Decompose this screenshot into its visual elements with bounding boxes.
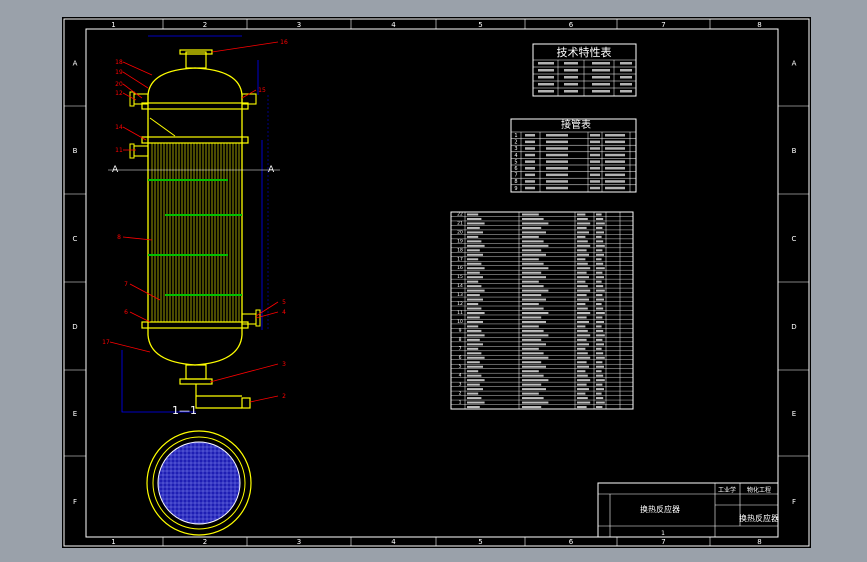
nozzle-row-number: 7 — [514, 173, 517, 179]
zone-col-top: 8 — [757, 21, 761, 29]
zone-col-top: 3 — [297, 21, 301, 29]
zone-row-left: F — [73, 498, 77, 506]
nozzle-row-number: 2 — [514, 140, 517, 146]
zone-row-right: A — [792, 60, 797, 68]
drawing-viewport: 1122334455667788AABBCCDDEEFF 18 19 20 12 14 1… — [0, 0, 867, 562]
zone-col-top: 2 — [203, 21, 207, 29]
title-block-school: 工业学 — [718, 486, 736, 494]
zone-row-right: D — [791, 323, 796, 331]
tubesheet-section-view[interactable] — [146, 430, 252, 536]
leader-label: 12 — [115, 90, 123, 97]
title-block-name-main: 换热反应器 — [640, 504, 680, 514]
leader-label: 4 — [282, 309, 286, 316]
leader-label: 7 — [124, 281, 128, 288]
nozzle-row-number: 4 — [514, 153, 517, 159]
leader-label: 11 — [115, 147, 123, 154]
zone-row-right: C — [792, 235, 797, 243]
leader-label: 16 — [280, 39, 288, 46]
zone-col-bottom: 4 — [391, 538, 396, 546]
section-right-label: A — [268, 165, 275, 175]
nozzle-table-title: 接管表 — [561, 118, 591, 131]
title-block-sheet-no: 1 — [661, 530, 665, 537]
section-left-label: A — [112, 165, 119, 175]
zone-row-right: F — [792, 498, 796, 506]
leader-label: 20 — [115, 81, 123, 88]
cad-drawing[interactable]: 1122334455667788A AB BC CD DE EF F 18192012141… — [0, 0, 867, 562]
zone-col-top: 6 — [569, 21, 574, 29]
nozzle-row-number: 1 — [514, 133, 517, 139]
leader-label: 6 — [124, 309, 128, 316]
nozzle-row-number: 3 — [514, 146, 517, 152]
zone-col-bottom: 8 — [757, 538, 761, 546]
zone-row-left: A — [73, 60, 78, 68]
title-block-name-right: 换热反应器 — [739, 513, 779, 523]
zone-col-bottom: 7 — [661, 538, 665, 546]
tech-table-title: 技术特性表 — [557, 45, 612, 59]
zone-col-bottom: 1 — [111, 538, 115, 546]
leader-label: 2 — [282, 393, 286, 400]
zone-col-top: 4 — [391, 21, 396, 29]
leader-label: 3 — [282, 361, 286, 368]
title-block-dept: 物化工程 — [747, 486, 771, 494]
zone-col-bottom: 6 — [569, 538, 574, 546]
leader-label: 8 — [117, 234, 121, 241]
nozzle-row-number: 8 — [514, 179, 517, 185]
leader-label: 15 — [258, 87, 266, 94]
leader-label: 18 — [115, 59, 123, 66]
leader-label: 14 — [115, 124, 123, 131]
zone-row-right: E — [792, 410, 796, 418]
zone-row-left: C — [73, 235, 78, 243]
leader-label: 17 — [102, 339, 110, 346]
zone-col-top: 7 — [661, 21, 665, 29]
zone-row-right: B — [792, 147, 797, 155]
zone-col-bottom: 5 — [478, 538, 482, 546]
nozzle-row-number: 5 — [514, 159, 517, 165]
zone-row-left: E — [73, 410, 77, 418]
zone-col-bottom: 3 — [297, 538, 301, 546]
zone-row-left: D — [72, 323, 77, 331]
zone-col-bottom: 2 — [203, 538, 207, 546]
nozzle-row-number: 9 — [514, 186, 517, 192]
leader-label: 19 — [115, 69, 123, 76]
zone-col-top: 1 — [111, 21, 115, 29]
nozzle-row-number: 6 — [514, 166, 517, 172]
zone-col-top: 5 — [478, 21, 482, 29]
zone-row-left: B — [73, 147, 78, 155]
leader-label: 5 — [282, 299, 286, 306]
section-mark-label: 1—1 — [172, 404, 197, 417]
